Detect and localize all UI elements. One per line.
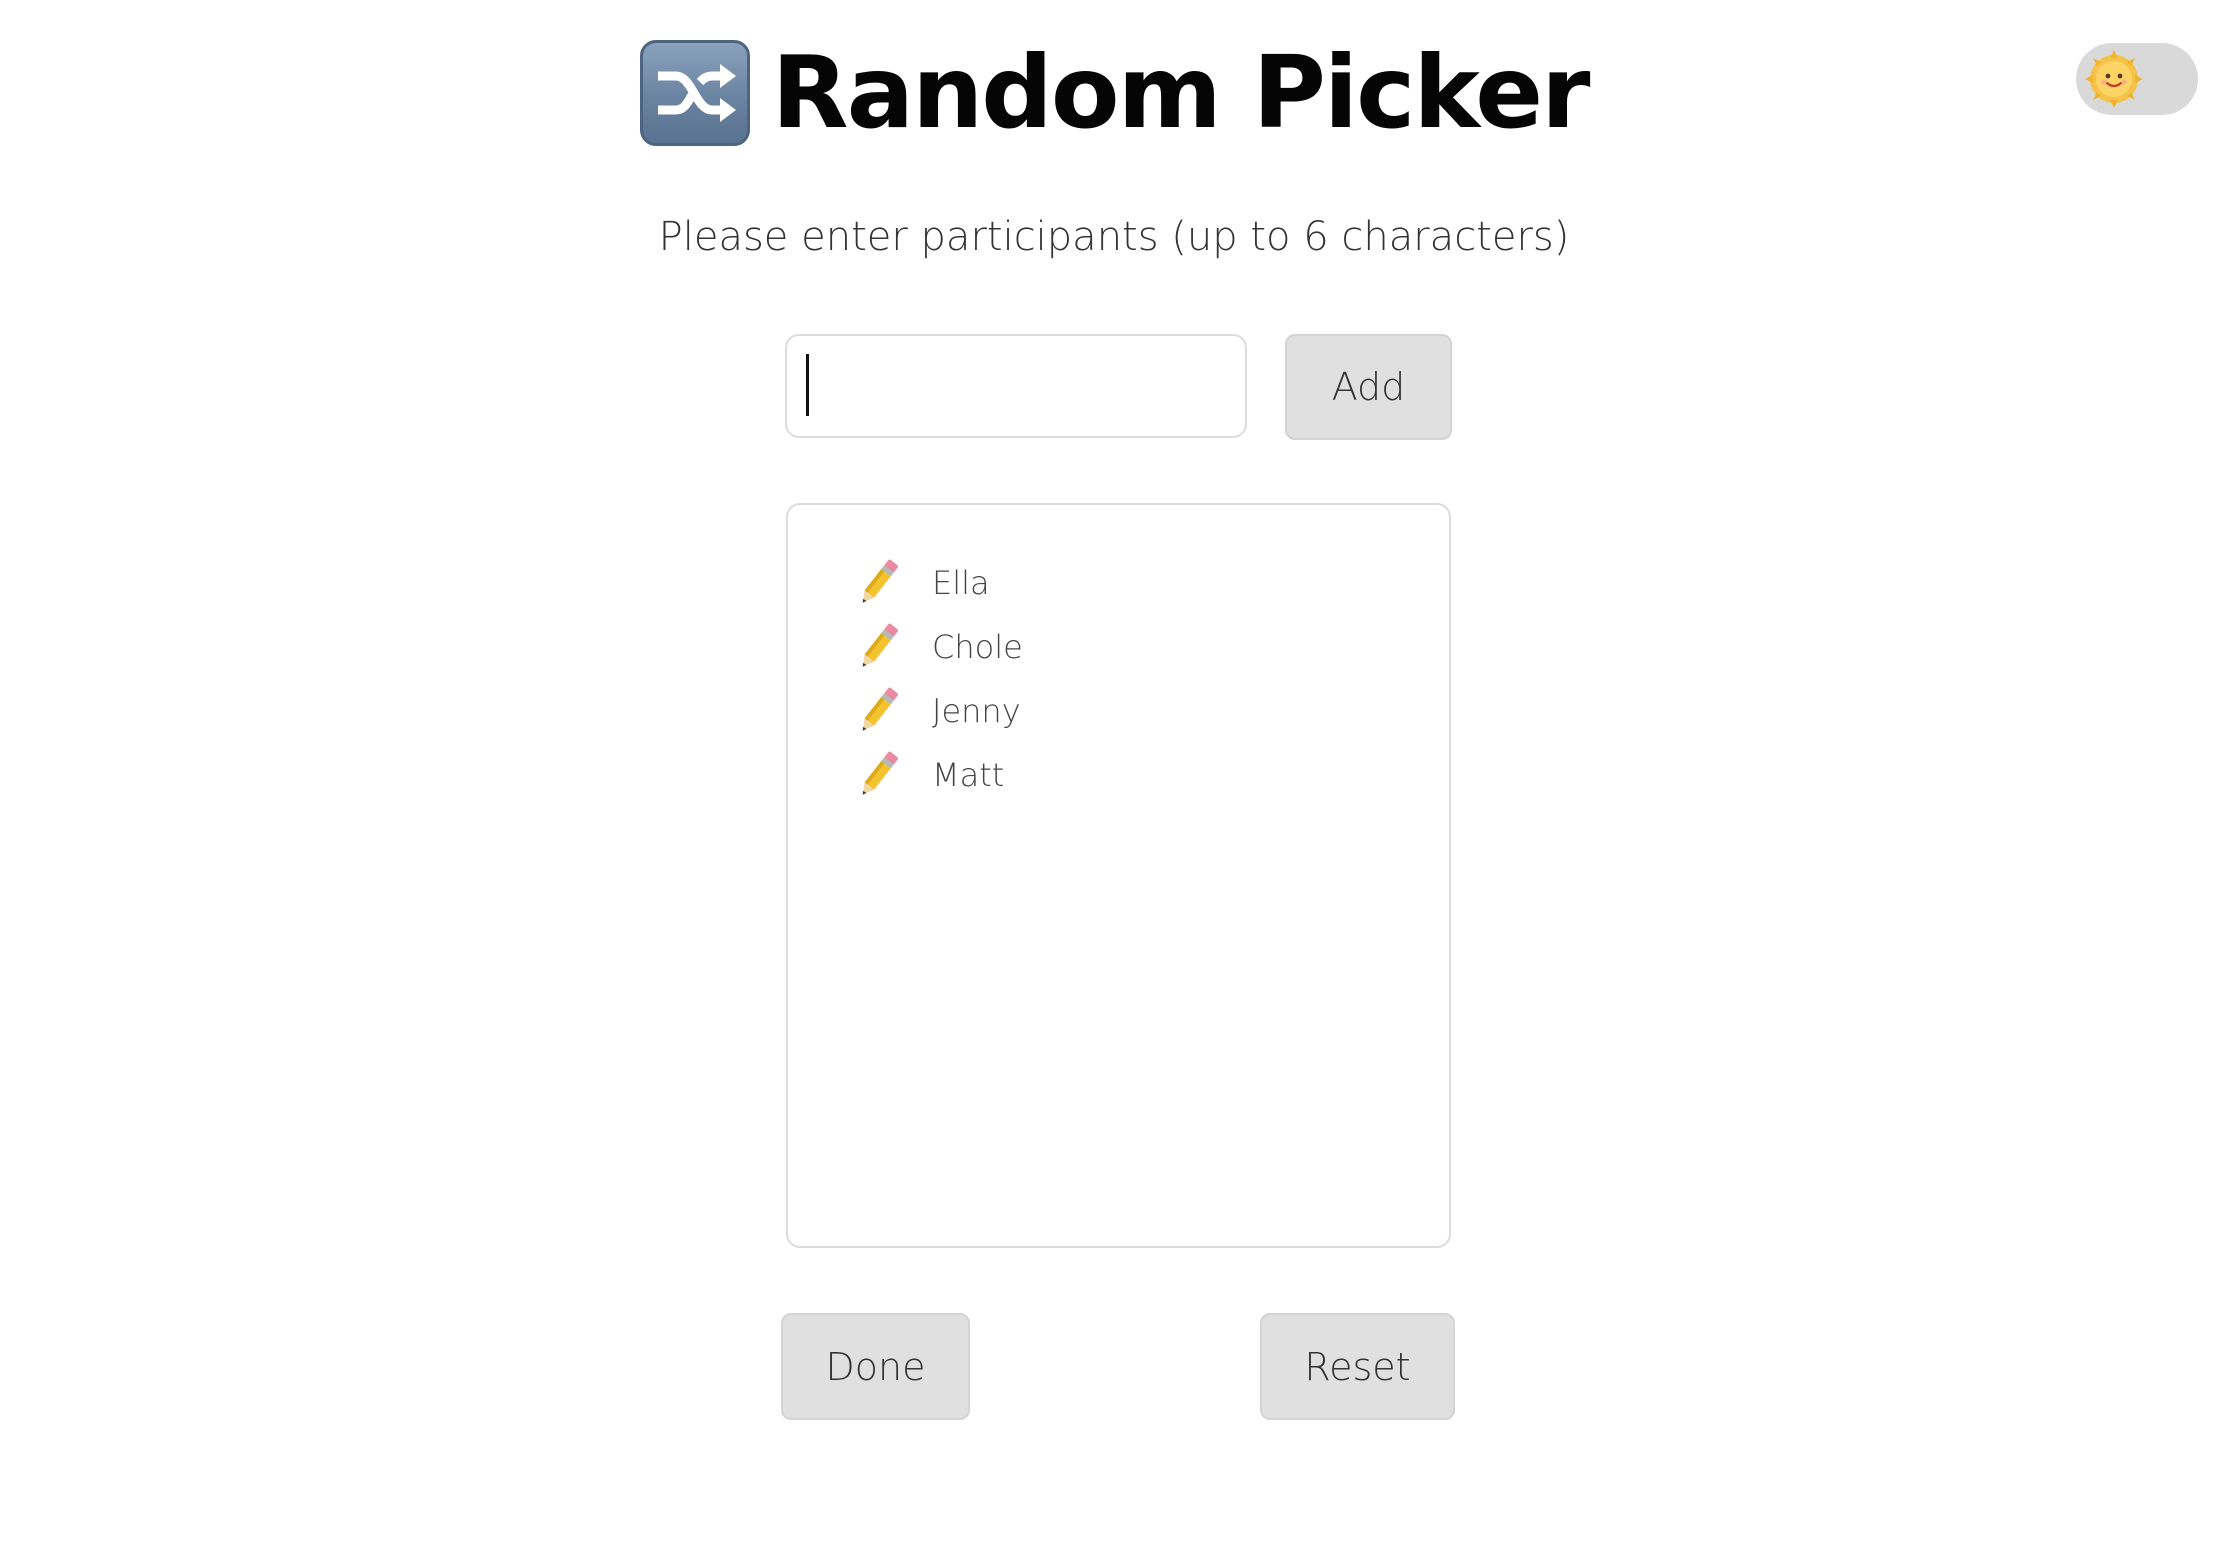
list-item: Chole	[850, 615, 1449, 679]
instructions-text: Please enter participants (up to 6 chara…	[658, 214, 1570, 260]
participant-name: Ella	[932, 564, 990, 602]
page-header: Random Picker	[0, 40, 2228, 146]
reset-button[interactable]: Reset	[1260, 1313, 1455, 1420]
participant-list: Ella Chole Jenny Matt	[788, 505, 1449, 807]
shuffle-icon	[639, 40, 750, 146]
participant-name: Matt	[932, 756, 1005, 794]
add-button[interactable]: Add	[1285, 334, 1452, 440]
participant-name: Chole	[932, 628, 1023, 666]
done-button[interactable]: Done	[781, 1313, 970, 1420]
pencil-icon[interactable]	[850, 555, 906, 611]
text-caret	[806, 354, 809, 416]
page-title: Random Picker	[771, 34, 1591, 151]
random-picker-page: Random Picker Please enter participants …	[0, 0, 2228, 1558]
participant-name: Jenny	[932, 692, 1021, 730]
participant-name-input[interactable]	[785, 334, 1247, 438]
pencil-icon[interactable]	[850, 619, 906, 675]
pencil-icon[interactable]	[850, 683, 906, 739]
list-item: Jenny	[850, 679, 1449, 743]
participant-list-box: Ella Chole Jenny Matt	[786, 503, 1451, 1248]
sun-face-icon	[2084, 49, 2144, 109]
list-item: Matt	[850, 743, 1449, 807]
list-item: Ella	[850, 551, 1449, 615]
theme-toggle[interactable]	[2076, 43, 2198, 115]
pencil-icon[interactable]	[850, 747, 906, 803]
